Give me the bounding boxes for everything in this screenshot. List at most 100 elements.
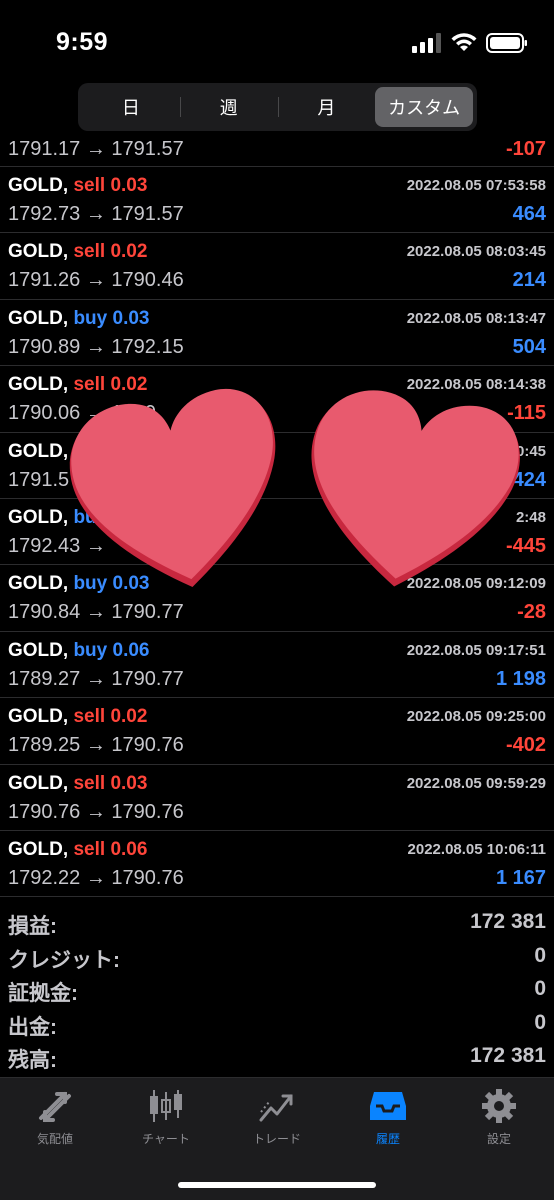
history-icon — [370, 1092, 406, 1120]
settings-icon — [482, 1089, 516, 1123]
deal-title: GOLD, sell 0.02 — [8, 706, 147, 728]
deal-type: buy — [73, 639, 108, 661]
deal-title: GOLD, buy 0.06 — [8, 640, 150, 662]
deal-volume: 0.03 — [110, 772, 148, 794]
deal-symbol: GOLD, — [8, 772, 69, 794]
deal-symbol: GOLD, — [8, 639, 69, 661]
deal-profit: -107 — [505, 138, 546, 160]
deal-row[interactable]: 1791.17 → 1791.57 -107 — [0, 135, 554, 167]
deal-row[interactable]: GOLD, sell 0.03 2022.08.05 09:59:29 1790.7… — [0, 765, 554, 831]
arrow-icon: → — [85, 138, 106, 160]
period-segmented-control: 日 週 月 カスタム — [78, 83, 477, 131]
deal-prices: 1789.27 → 1790.77 — [8, 668, 184, 691]
tab-trade-label: トレード — [252, 1132, 301, 1146]
summary-label: 証拠金: — [8, 982, 78, 1005]
deal-date: 2022.08.05 08:13:47 — [406, 309, 546, 327]
deal-prices: 1792.73 → 1791.57 — [8, 203, 184, 226]
deal-open-price: 1790.76 — [8, 800, 81, 823]
deal-symbol: GOLD, — [8, 573, 69, 595]
deal-row[interactable]: GOLD, sell 0.02 2022.08.05 09:25:00 1789.2… — [0, 698, 554, 765]
deal-close-price: 1790.46 — [111, 269, 184, 292]
tab-history-label: 履歴 — [375, 1132, 400, 1146]
battery-icon — [486, 33, 527, 53]
deal-type: sell — [73, 838, 106, 860]
tab-chart[interactable]: チャート — [116, 1088, 216, 1152]
summary-row: クレジット: 0 — [0, 940, 554, 974]
period-tab-custom[interactable]: カスタム — [375, 87, 473, 127]
deal-type: sell — [73, 175, 106, 196]
deal-row[interactable]: GOLD, sell 0.02 2022.08.05 08:03:45 1791.2… — [0, 233, 554, 300]
summary-label: 出金: — [8, 1015, 57, 1039]
chart-icon — [150, 1090, 182, 1122]
wifi-icon — [451, 33, 477, 51]
deal-close-price: 1792.15 — [111, 335, 184, 358]
summary-label: クレジット: — [8, 948, 120, 972]
arrow-icon: → — [85, 800, 106, 823]
deal-title: GOLD, sell 0.06 — [8, 839, 147, 861]
deal-profit: 504 — [512, 335, 546, 358]
period-tab-day[interactable]: 日 — [82, 87, 180, 127]
summary-value: 172 381 — [470, 1044, 546, 1067]
arrow-icon: → — [85, 269, 106, 292]
deal-symbol: GOLD, — [8, 838, 69, 860]
deal-open-price: 1790.89 — [8, 335, 81, 358]
summary-row: 証拠金: 0 — [0, 973, 554, 1007]
deal-row[interactable]: GOLD, buy 0.03 2022.08.05 08:13:47 1790.89… — [0, 300, 554, 367]
tab-settings[interactable]: 設定 — [449, 1088, 549, 1152]
deal-profit: 464 — [512, 203, 546, 225]
deal-prices: 1791.26 → 1790.46 — [8, 269, 184, 292]
deal-open-price: 1792.73 — [8, 203, 81, 225]
deal-prices: 1790.76 → 1790.76 — [8, 801, 184, 824]
deal-date: 2022.08.05 09:59:29 — [406, 774, 546, 792]
deal-close-price: 1790.76 — [111, 866, 184, 889]
deal-open-price: 1791.26 — [8, 269, 81, 292]
deal-symbol: GOLD, — [8, 241, 69, 263]
deal-close-price: 1790.76 — [111, 800, 184, 823]
status-time: 9:59 — [56, 28, 109, 56]
deal-open-price: 1791.5 — [8, 468, 70, 491]
summary-row: 損益: 172 381 — [0, 906, 554, 940]
deal-row[interactable]: GOLD, sell 0.03 2022.08.05 07:53:58 1792.7… — [0, 167, 554, 234]
period-tab-month[interactable]: 月 — [277, 87, 376, 127]
deal-title: GOLD, buy 0.03 — [8, 308, 150, 330]
deal-row[interactable]: GOLD, sell 0.06 2022.08.05 10:06:11 1792.2… — [0, 831, 554, 898]
home-indicator — [178, 1182, 376, 1188]
account-summary: 損益: 172 381 クレジット: 0 証拠金: 0 出金: 0 残高: 172 381 — [0, 906, 554, 1074]
tab-quotes[interactable]: 気配値 — [5, 1088, 105, 1152]
deal-open-price: 1791.17 — [8, 138, 81, 160]
arrow-icon: → — [85, 866, 106, 889]
summary-value: 0 — [534, 1010, 546, 1034]
deal-volume: 0.06 — [112, 639, 150, 661]
deal-title: GOLD, sell 0.03 — [8, 175, 147, 197]
summary-label: 残高: — [8, 1049, 57, 1072]
deal-close-price: 1790.77 — [111, 667, 184, 690]
deal-open-price: 1789.27 — [8, 667, 81, 690]
deal-profit: -402 — [505, 734, 546, 757]
deal-symbol: GOLD, — [8, 374, 69, 396]
deal-prices: 1789.25 → 1790.76 — [8, 734, 184, 757]
heart-sticker-left — [69, 388, 276, 588]
arrow-icon: → — [85, 734, 106, 757]
deal-symbol: GOLD, — [8, 706, 69, 728]
status-bar: 9:59 — [0, 0, 554, 80]
deal-symbol: GOLD, — [8, 506, 69, 528]
deal-symbol: GOLD, — [8, 440, 69, 462]
tab-chart-label: チャート — [142, 1132, 190, 1146]
deal-row[interactable]: GOLD, buy 0.06 2022.08.05 09:17:51 1789.27… — [0, 632, 554, 699]
deal-volume: 0.03 — [110, 175, 148, 196]
cellular-signal-icon — [412, 33, 441, 53]
deal-type: sell — [73, 772, 106, 794]
tab-trade[interactable]: トレード — [227, 1088, 327, 1152]
deal-open-price: 1792.22 — [8, 866, 81, 889]
deal-volume: 0.03 — [112, 307, 150, 329]
deal-volume: 0.02 — [110, 706, 148, 728]
period-tab-week[interactable]: 週 — [179, 87, 278, 127]
tab-history[interactable]: 履歴 — [338, 1088, 438, 1152]
summary-row: 出金: 0 — [0, 1007, 554, 1041]
heart-sticker-right — [311, 390, 520, 587]
deal-volume: 0.06 — [110, 838, 148, 860]
deal-prices: 1791.17 → 1791.57 — [8, 138, 184, 161]
summary-value: 0 — [534, 977, 546, 1000]
deal-symbol: GOLD, — [8, 175, 69, 196]
deal-close-price: 1791.57 — [111, 138, 184, 160]
